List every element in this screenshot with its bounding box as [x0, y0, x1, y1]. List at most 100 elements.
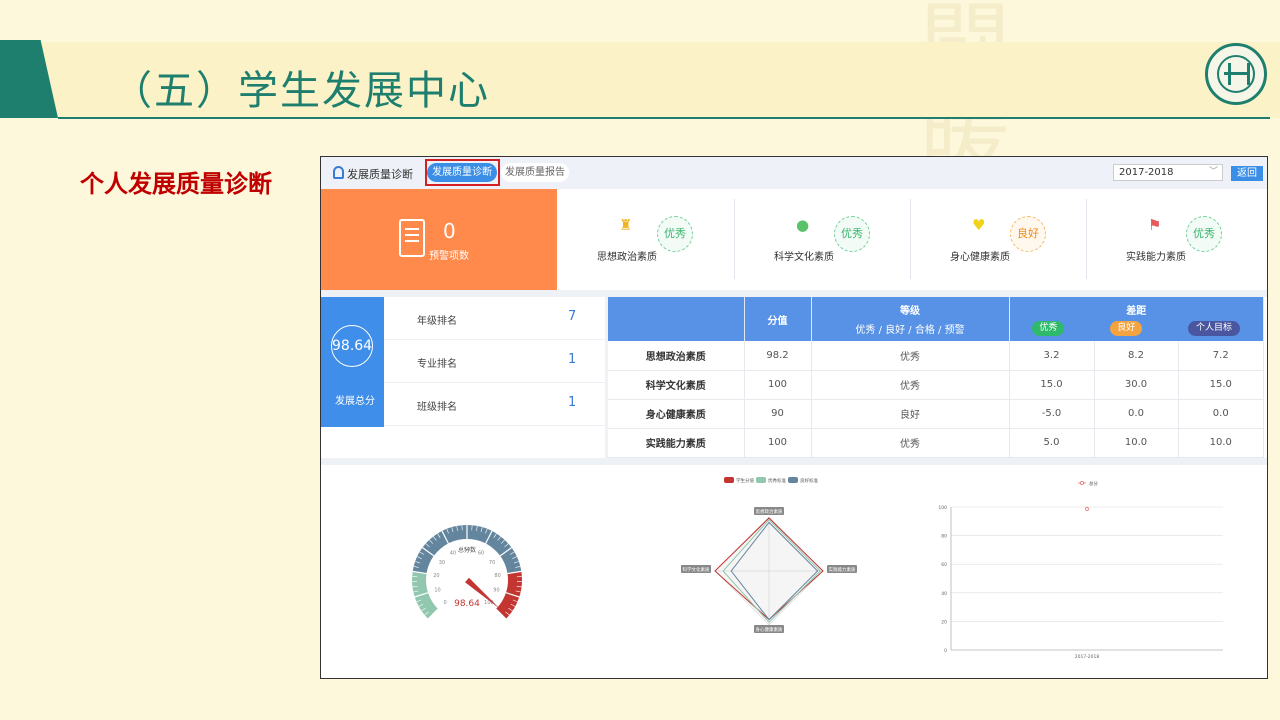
charts-panel: 0 10 20 30 40 50 60 70 80 90 100 总分数 98.64 学生分值 优秀标准 良好…	[321, 465, 1267, 678]
line-y-tick-label: 60	[941, 562, 947, 568]
row-gap-target: 15.0	[1178, 370, 1264, 400]
chevron-down-icon: ﹀	[1208, 167, 1218, 177]
header-level-sub: 优秀 / 良好 / 合格 / 预警	[855, 325, 965, 336]
row-gap-excellent: 3.2	[1009, 341, 1095, 371]
back-button[interactable]: 返回	[1231, 166, 1263, 181]
school-logo	[1205, 43, 1267, 105]
line-y-tick-label: 100	[938, 505, 947, 511]
line-x-tick-label: 2017-2018	[1075, 654, 1100, 660]
row-gap-excellent: 5.0	[1009, 428, 1095, 458]
category-label: 实践能力素质	[1126, 252, 1186, 263]
warning-count: 0	[443, 219, 456, 243]
radar-legend-label: 优秀标准	[768, 477, 786, 484]
rank-name: 班级排名	[417, 402, 457, 413]
line-y-tick-label: 20	[941, 619, 947, 625]
line-data-point	[1085, 507, 1089, 511]
gauge-tick-label: 40	[450, 550, 456, 556]
gauge-value-label: 98.64	[454, 599, 480, 609]
warning-card: 0 预警项数	[321, 189, 557, 290]
section-subtitle: 个人发展质量诊断	[80, 170, 272, 198]
category-card-science: ● 科学文化素质 优秀	[734, 189, 910, 290]
tab-highlight-box	[425, 159, 500, 186]
line-y-tick-label: 40	[941, 591, 947, 597]
rank-row-grade: 年级排名 7	[384, 297, 605, 340]
row-gap-excellent: 15.0	[1009, 370, 1095, 400]
total-score-label: 发展总分	[335, 396, 375, 407]
row-level: 优秀	[811, 428, 1010, 458]
row-gap-good: 10.0	[1094, 428, 1179, 458]
table-row: 科学文化素质 100 优秀 15.0 30.0 15.0	[608, 370, 1264, 400]
reading-person-icon: ♜	[619, 216, 633, 234]
grade-badge: 优秀	[657, 216, 693, 252]
header-level-title: 等级	[900, 306, 920, 317]
rank-value: 7	[568, 309, 577, 324]
gauge-tick-label: 80	[494, 573, 500, 579]
row-gap-target: 7.2	[1178, 341, 1264, 371]
gauge-tick-label: 10	[434, 588, 440, 594]
heart-icon: ♥	[972, 216, 986, 234]
radar-axis-label: 科学文化素质	[683, 566, 710, 573]
row-name: 身心健康素质	[608, 399, 745, 429]
row-name: 思想政治素质	[608, 341, 745, 371]
app-topbar: 发展质量诊断 发展质量诊断 发展质量报告 2017-2018 ﹀ 返回	[321, 157, 1267, 189]
rank-value: 1	[568, 395, 577, 410]
app-screenshot: 发展质量诊断 发展质量诊断 发展质量报告 2017-2018 ﹀ 返回 0 预警…	[320, 156, 1268, 679]
grade-table-panel: 分值 等级 优秀 / 良好 / 合格 / 预警 差距 优秀 良好 个人目标 思想…	[608, 297, 1267, 458]
logo-emblem-icon	[1217, 55, 1255, 93]
gauge-tick-label: 0	[443, 600, 446, 606]
globe-icon: ●	[796, 216, 810, 234]
grade-badge: 优秀	[1186, 216, 1222, 252]
slide-title: （五）学生发展中心	[112, 68, 490, 114]
category-card-practice: ⚑ 实践能力素质 优秀	[1086, 189, 1262, 290]
header-gap: 差距 优秀 良好 个人目标	[1009, 297, 1264, 341]
row-gap-good: 8.2	[1094, 341, 1179, 371]
header-gap-title: 差距	[1126, 306, 1147, 317]
gauge-tick-label: 90	[493, 588, 499, 594]
warning-label: 预警项数	[429, 251, 469, 262]
category-label: 身心健康素质	[950, 252, 1010, 263]
row-level: 优秀	[811, 370, 1010, 400]
line-legend-label: 总分	[1089, 480, 1098, 487]
table-header-row: 分值 等级 优秀 / 良好 / 合格 / 预警 差距 优秀 良好 个人目标	[608, 297, 1264, 341]
title-divider	[58, 117, 1270, 119]
gap-pills: 优秀 良好 个人目标	[1010, 317, 1264, 336]
gap-good-pill: 良好	[1110, 321, 1143, 336]
gauge-tick-label: 20	[433, 573, 439, 579]
row-name: 科学文化素质	[608, 370, 745, 400]
category-label: 科学文化素质	[774, 252, 834, 263]
radar-legend-swatch	[724, 477, 734, 483]
rank-name: 专业排名	[417, 359, 457, 370]
category-card-politics: ♜ 思想政治素质 优秀	[557, 189, 733, 290]
radar-axis-label: 实践能力素质	[829, 566, 856, 573]
rank-row-major: 专业排名 1	[384, 340, 605, 383]
gap-excellent-pill: 优秀	[1032, 321, 1065, 336]
grade-table: 分值 等级 优秀 / 良好 / 合格 / 预警 差距 优秀 良好 个人目标 思想…	[608, 297, 1264, 458]
gauge-tick-label: 70	[489, 560, 495, 566]
charts-svg: 0102030405060708090100总分数98.64学生分值 优秀标准 良好…	[412, 477, 1223, 660]
year-select-value: 2017-2018	[1119, 167, 1174, 178]
year-select[interactable]: 2017-2018 ﹀	[1113, 164, 1223, 181]
gauge-tick-label: 30	[439, 560, 445, 566]
row-level: 优秀	[811, 341, 1010, 371]
app-header-title: 发展质量诊断	[347, 168, 413, 181]
category-card-health: ♥ 身心健康素质 良好	[910, 189, 1086, 290]
radar-legend-swatch	[788, 477, 798, 483]
row-gap-target: 0.0	[1178, 399, 1264, 429]
row-level: 良好	[811, 399, 1010, 429]
summary-panel: 0 预警项数 ♜ 思想政治素质 优秀 ● 科学文化素质 优秀 ♥ 身心健康素质 …	[321, 189, 1267, 290]
gap-target-pill: 个人目标	[1188, 321, 1241, 336]
row-gap-target: 10.0	[1178, 428, 1264, 458]
grade-badge: 优秀	[834, 216, 870, 252]
row-gap-excellent: -5.0	[1009, 399, 1095, 429]
tab-report[interactable]: 发展质量报告	[501, 163, 569, 182]
header-blank	[608, 297, 745, 341]
table-row: 身心健康素质 90 良好 -5.0 0.0 0.0	[608, 399, 1264, 429]
row-score: 100	[744, 428, 812, 458]
radar-legend-label: 学生分值	[736, 477, 754, 484]
radar-axis-label: 思想政治素质	[756, 508, 783, 515]
category-label: 思想政治素质	[597, 252, 657, 263]
flag-icon: ⚑	[1148, 216, 1162, 234]
radar-axis-label: 身心健康素质	[756, 626, 783, 633]
row-gap-good: 0.0	[1094, 399, 1179, 429]
document-warning-icon	[399, 219, 425, 257]
